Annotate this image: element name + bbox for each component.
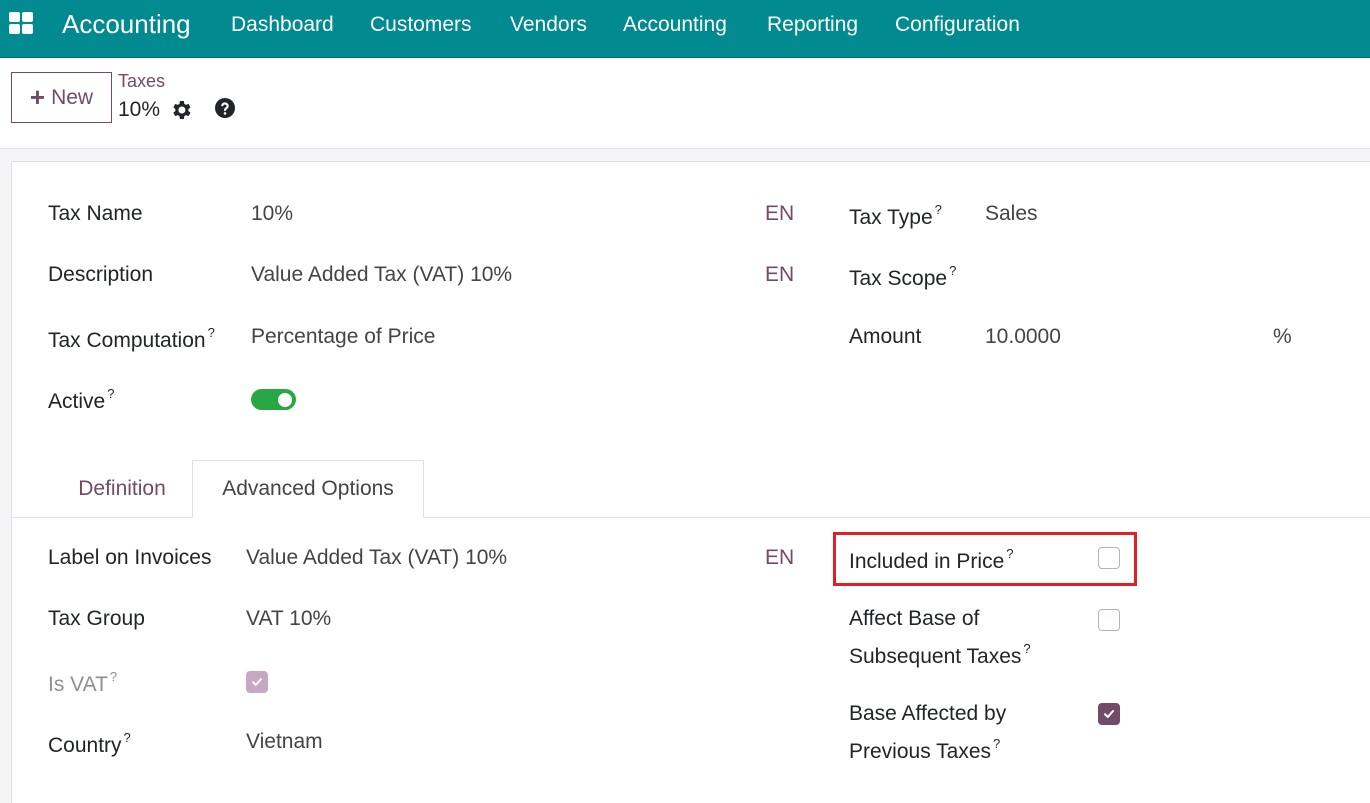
active-toggle[interactable] <box>251 389 296 410</box>
tax-group-label: Tax Group <box>48 607 145 630</box>
help-icon[interactable] <box>213 96 237 120</box>
tax-name-label: Tax Name <box>48 202 143 225</box>
control-panel: + New Taxes 10% <box>0 58 1370 149</box>
help-tooltip-marker[interactable]: ? <box>1023 641 1030 656</box>
country-label: Country? <box>48 730 131 757</box>
help-tooltip-marker[interactable]: ? <box>107 386 114 401</box>
record-title: 10% <box>118 98 161 121</box>
tax-group-select[interactable]: VAT 10% <box>246 607 331 631</box>
new-button[interactable]: + New <box>11 72 112 123</box>
tax-type-label: Tax Type? <box>849 202 942 229</box>
active-label: Active? <box>48 386 115 413</box>
affect-base-label-line2: Subsequent Taxes? <box>849 641 1031 668</box>
help-tooltip-marker[interactable]: ? <box>208 325 215 340</box>
affect-base-label-line1: Affect Base of <box>849 607 980 630</box>
tax-scope-label: Tax Scope? <box>849 263 957 290</box>
affect-base-checkbox[interactable] <box>1098 609 1120 631</box>
help-tooltip-marker[interactable]: ? <box>1006 546 1013 561</box>
base-affected-label-line2: Previous Taxes? <box>849 736 1001 763</box>
tax-computation-label: Tax Computation? <box>48 325 215 352</box>
amount-input[interactable]: 10.0000 <box>985 325 1061 349</box>
description-translate-button[interactable]: EN <box>765 263 794 287</box>
toggle-knob <box>278 392 292 407</box>
country-select[interactable]: Vietnam <box>246 730 323 754</box>
included-in-price-checkbox[interactable] <box>1098 547 1120 569</box>
menu-configuration[interactable]: Configuration <box>895 13 1020 37</box>
tab-definition[interactable]: Definition <box>54 460 190 518</box>
breadcrumb-taxes[interactable]: Taxes <box>118 71 165 92</box>
menu-dashboard[interactable]: Dashboard <box>231 13 334 37</box>
check-icon <box>252 678 262 686</box>
menu-accounting[interactable]: Accounting <box>623 13 727 37</box>
menu-reporting[interactable]: Reporting <box>767 13 858 37</box>
description-input[interactable]: Value Added Tax (VAT) 10% <box>251 263 512 287</box>
new-button-label: New <box>51 85 94 109</box>
base-affected-checkbox[interactable] <box>1098 703 1120 725</box>
check-icon <box>1104 710 1114 718</box>
tax-type-select[interactable]: Sales <box>985 202 1038 226</box>
amount-label: Amount <box>849 325 922 348</box>
tax-name-translate-button[interactable]: EN <box>765 202 794 226</box>
top-navbar: Accounting Dashboard Customers Vendors A… <box>0 0 1370 58</box>
label-on-invoices-label: Label on Invoices <box>48 546 212 569</box>
gear-icon[interactable] <box>169 98 193 122</box>
help-tooltip-marker[interactable]: ? <box>110 669 117 684</box>
app-name[interactable]: Accounting <box>62 9 191 40</box>
help-tooltip-marker[interactable]: ? <box>949 263 956 278</box>
label-on-invoices-input[interactable]: Value Added Tax (VAT) 10% <box>246 546 507 570</box>
tax-computation-select[interactable]: Percentage of Price <box>251 325 435 349</box>
help-tooltip-marker[interactable]: ? <box>124 730 131 745</box>
is-vat-label: Is VAT? <box>48 669 118 696</box>
apps-menu-icon[interactable] <box>9 12 35 34</box>
menu-customers[interactable]: Customers <box>370 13 472 37</box>
plus-icon: + <box>29 81 46 112</box>
amount-unit: % <box>1273 325 1292 348</box>
tab-advanced-options[interactable]: Advanced Options <box>192 460 424 518</box>
tax-name-input[interactable]: 10% <box>251 202 293 226</box>
help-tooltip-marker[interactable]: ? <box>993 736 1000 751</box>
menu-vendors[interactable]: Vendors <box>510 13 587 37</box>
label-on-invoices-translate-button[interactable]: EN <box>765 546 794 570</box>
description-label: Description <box>48 263 154 286</box>
base-affected-label-line1: Base Affected by <box>849 702 1007 725</box>
included-in-price-label: Included in Price? <box>849 546 1014 573</box>
is-vat-checkbox <box>246 671 268 693</box>
help-tooltip-marker[interactable]: ? <box>935 202 942 217</box>
